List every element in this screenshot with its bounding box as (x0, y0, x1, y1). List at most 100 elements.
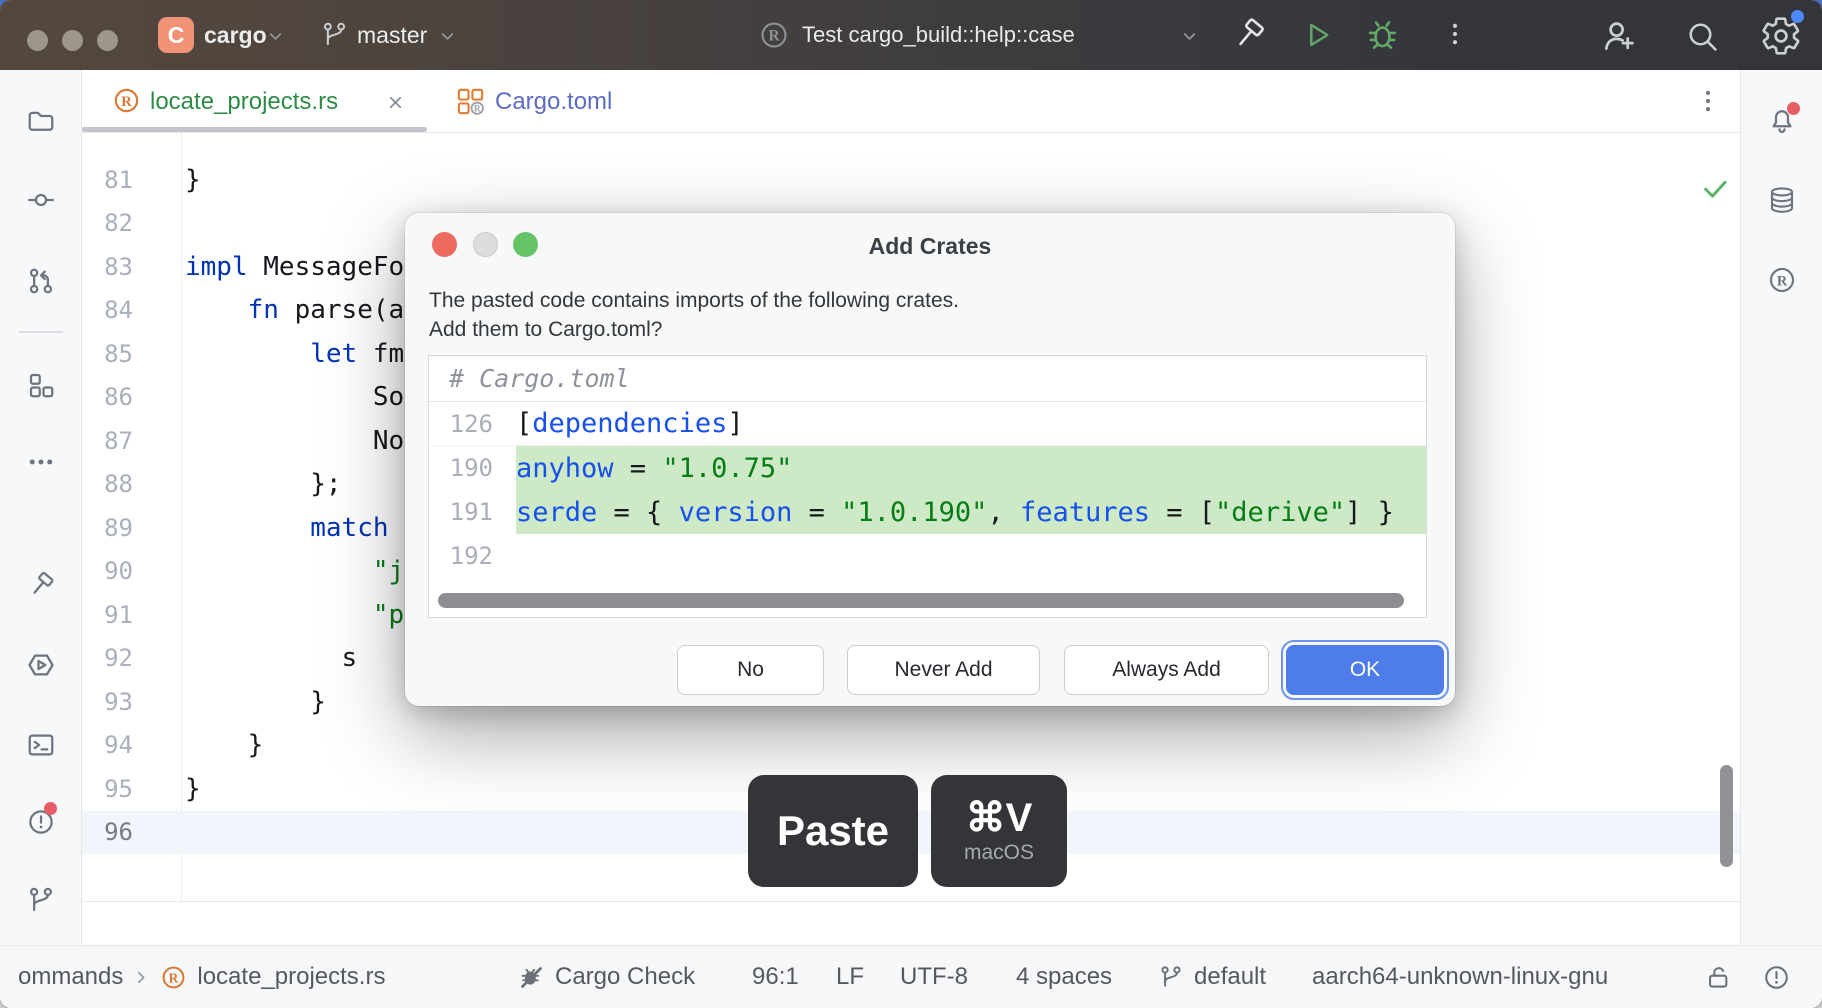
more-options-kebab-icon[interactable] (1441, 20, 1469, 48)
preview-line-number: 191 (429, 498, 493, 526)
chevron-down-icon (1180, 27, 1199, 46)
tab-cargo-toml[interactable]: Cargo.toml (495, 88, 612, 116)
dialog-title: Add Crates (405, 233, 1455, 260)
terminal-tool-window-icon[interactable] (26, 730, 56, 760)
cursor-position-widget[interactable]: 96:1 (752, 946, 799, 1008)
rust-file-icon: R (160, 964, 187, 991)
version-control-icon[interactable] (26, 885, 56, 915)
status-bar: ommands R locate_projects.rs Cargo Check… (0, 945, 1822, 1008)
preview-code-text: anyhow = "1.0.75" (493, 453, 792, 484)
code-text: s (181, 643, 357, 673)
rail-divider (19, 331, 63, 333)
code-text: "j (181, 556, 404, 586)
dialog-button-always-add[interactable]: Always Add (1064, 645, 1269, 695)
project-folder-icon[interactable] (26, 106, 56, 136)
line-number: 83 (82, 253, 181, 281)
dialog-button-never-add[interactable]: Never Add (847, 645, 1040, 695)
zoom-window-button[interactable] (97, 30, 118, 51)
dialog-button-no[interactable]: No (677, 645, 824, 695)
editor-vertical-scrollbar[interactable] (1720, 765, 1733, 867)
line-number: 86 (82, 383, 181, 411)
code-text: match (181, 513, 389, 543)
editor-line[interactable]: 94 } (82, 724, 1740, 768)
search-icon[interactable] (1684, 18, 1720, 54)
unlocked-icon (1704, 963, 1733, 992)
breadcrumb-file[interactable]: locate_projects.rs (197, 963, 385, 991)
git-branch-icon (1158, 964, 1184, 990)
command-v-shortcut: ⌘V (966, 797, 1033, 839)
preview-row: 192 (429, 534, 1426, 578)
build-hammer-button[interactable] (1230, 16, 1267, 53)
line-number: 89 (82, 514, 181, 542)
services-tool-window-icon[interactable] (26, 650, 56, 680)
minimize-window-button[interactable] (62, 30, 83, 51)
line-number: 96 (82, 818, 181, 846)
breadcrumb-chevron-icon (133, 969, 150, 986)
database-icon[interactable] (1767, 185, 1797, 215)
line-number: 85 (82, 340, 181, 368)
close-window-button[interactable] (27, 30, 48, 51)
build-tool-window-icon[interactable] (26, 570, 56, 600)
git-branch-icon (320, 20, 349, 49)
encoding-widget[interactable]: UTF-8 (900, 946, 968, 1008)
breadcrumb[interactable]: ommands R locate_projects.rs (18, 946, 385, 1008)
svg-text:R: R (169, 970, 179, 985)
breadcrumb-folder[interactable]: ommands (18, 963, 123, 991)
preview-rows: 126[dependencies]190anyhow = "1.0.75"191… (429, 402, 1426, 578)
linter-off-bug-icon (518, 964, 545, 991)
code-text: "p (181, 600, 404, 630)
line-number: 82 (82, 209, 181, 237)
project-icon: C (158, 17, 194, 53)
more-tool-windows-icon[interactable] (26, 447, 56, 477)
chevron-down-icon (266, 27, 285, 46)
line-number: 84 (82, 296, 181, 324)
editor-line[interactable]: 81} (82, 158, 1740, 202)
line-number: 92 (82, 644, 181, 672)
chevron-down-icon (438, 27, 457, 46)
indent-widget[interactable]: 4 spaces (1016, 946, 1112, 1008)
preview-line-number: 192 (429, 542, 493, 570)
structure-icon[interactable] (26, 370, 56, 400)
add-user-button[interactable] (1600, 17, 1638, 55)
code-text: fn parse(a (181, 295, 404, 325)
titlebar: C cargo master R Test cargo_build::help:… (0, 0, 1822, 70)
tab-locate-projects[interactable]: locate_projects.rs (150, 88, 338, 116)
project-selector[interactable]: cargo (204, 22, 267, 49)
close-tab-icon[interactable] (386, 93, 405, 112)
line-number: 93 (82, 688, 181, 716)
event-log-widget[interactable] (1762, 946, 1791, 1008)
line-number: 81 (82, 166, 181, 194)
rust-tool-window-icon[interactable]: R (1767, 265, 1797, 295)
write-access-widget[interactable] (1704, 946, 1733, 1008)
cargo-check-widget[interactable]: Cargo Check (518, 946, 695, 1008)
dialog-button-ok[interactable]: OK (1286, 645, 1444, 695)
line-number: 94 (82, 731, 181, 759)
platform-label: macOS (964, 841, 1034, 865)
line-number: 90 (82, 557, 181, 585)
line-ending-widget[interactable]: LF (836, 946, 864, 1008)
tab-bar: R locate_projects.rs R Cargo.toml (82, 70, 1740, 133)
vcs-branch-widget[interactable]: default (1158, 946, 1266, 1008)
code-text: No (181, 426, 404, 456)
target-platform-widget[interactable]: aarch64-unknown-linux-gnu (1312, 946, 1608, 1008)
branch-selector[interactable]: master (357, 22, 427, 49)
cargo-toml-file-icon: R (455, 86, 486, 117)
inspections-ok-check-icon[interactable] (1700, 173, 1730, 203)
preview-horizontal-scrollbar[interactable] (438, 593, 1404, 608)
preview-file-header: # Cargo.toml (429, 356, 1426, 402)
preview-code-text: [dependencies] (493, 408, 744, 439)
dialog-message: The pasted code contains imports of the … (429, 286, 959, 344)
editor-bottom-panel (82, 901, 1740, 945)
svg-text:R: R (121, 94, 132, 110)
pull-requests-icon[interactable] (26, 266, 56, 296)
code-text: } (181, 165, 201, 195)
run-configuration-selector[interactable]: Test cargo_build::help::case (802, 22, 1075, 48)
commit-icon[interactable] (26, 185, 56, 215)
debug-bug-button[interactable] (1364, 16, 1401, 53)
code-text: So (181, 382, 404, 412)
line-number: 87 (82, 427, 181, 455)
run-button[interactable] (1302, 19, 1334, 51)
tab-options-kebab-icon[interactable] (1694, 87, 1722, 115)
code-text: impl MessageFo (181, 252, 404, 282)
left-tool-rail (0, 70, 82, 945)
